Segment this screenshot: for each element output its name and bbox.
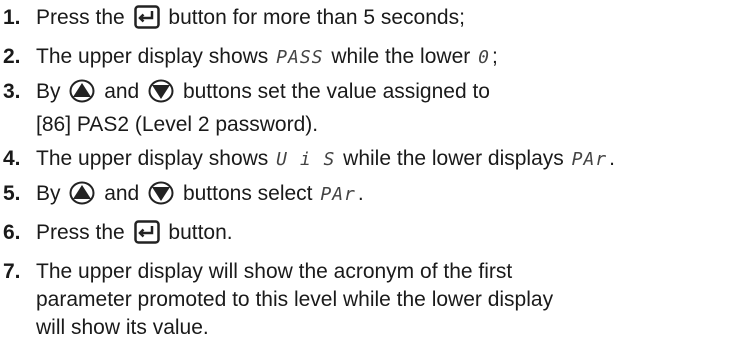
step-number: 6. [3,221,21,244]
step-7: 7. The upper display will show the acron… [0,258,738,342]
step-text: . [357,182,364,205]
down-arrow-button-icon [148,181,174,213]
instruction-list: 1. Press the button for more than 5 seco… [0,0,738,342]
segment-display-text: U i S [276,149,336,170]
step-text: buttons set the value assigned to [182,80,490,103]
step-text: parameter promoted to this level while t… [36,288,554,311]
step-text: The upper display shows [36,45,269,68]
enter-key-icon [133,5,160,37]
step-number: 1. [3,6,21,29]
step-number: 3. [3,80,21,103]
step-number: 2. [3,45,21,68]
step-number: 7. [3,260,21,283]
step-text: Press the [36,221,125,244]
step-5: 5. By and buttons select PAr. [0,180,738,213]
step-text: button for more than 5 seconds; [168,6,465,29]
segment-display-text: PAr [320,184,356,205]
step-text: buttons select [182,182,313,205]
step-text: By [36,182,61,205]
step-text: Press the [36,6,125,29]
step-text: while the lower displays [343,147,564,170]
step-text: and [104,80,140,103]
step-text: while the lower [331,45,471,68]
step-number: 5. [3,182,21,205]
segment-display-text: PASS [276,47,324,68]
step-6: 6. Press the button. [0,219,738,252]
step-text: The upper display will show the acronym … [36,260,513,283]
step-3: 3. By and buttons set the value assigned… [0,78,738,139]
step-text: [86] PAS2 (Level 2 password). [36,113,319,136]
step-text: . [609,147,615,170]
step-4: 4. The upper display shows U i S while t… [0,145,738,174]
step-number: 4. [3,147,21,170]
enter-key-icon [133,220,160,252]
step-text: button. [168,221,233,244]
up-arrow-button-icon [69,181,95,213]
segment-display-text: 0 [478,47,490,68]
step-text: The upper display shows [36,147,269,170]
step-text: By [36,80,61,103]
step-text: and [104,182,140,205]
down-arrow-button-icon [148,79,174,111]
segment-display-text: PAr [571,149,608,170]
step-1: 1. Press the button for more than 5 seco… [0,4,738,37]
up-arrow-button-icon [69,79,95,111]
step-2: 2. The upper display shows PASS while th… [0,43,738,72]
step-text: ; [491,45,498,68]
step-text: will show its value. [36,316,209,339]
